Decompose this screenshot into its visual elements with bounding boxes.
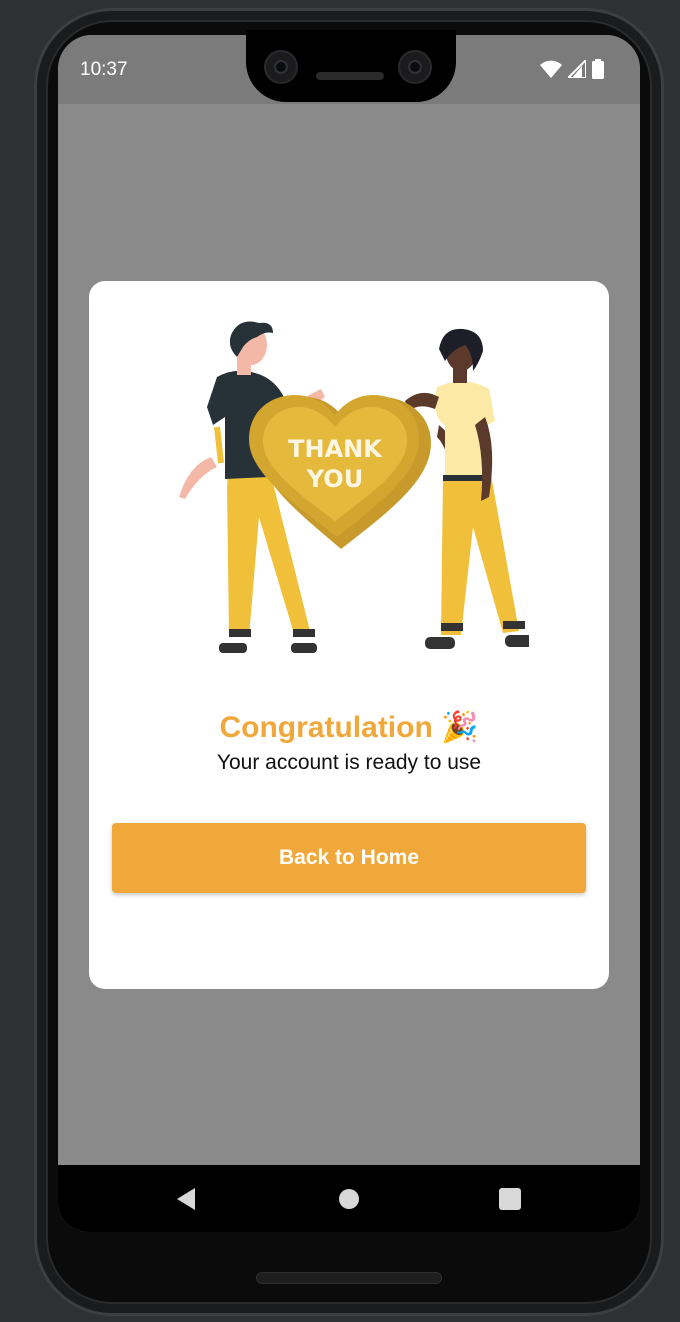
front-camera-icon xyxy=(264,50,298,84)
earpiece-speaker xyxy=(316,72,384,80)
dialog-subtitle: Your account is ready to use xyxy=(216,751,482,774)
dialog-title: Congratulation 🎉 xyxy=(89,710,609,745)
camera-notch xyxy=(246,30,456,102)
status-icons xyxy=(540,59,604,79)
back-icon[interactable] xyxy=(175,1187,197,1211)
bottom-speaker xyxy=(256,1272,442,1284)
signal-icon xyxy=(568,60,586,78)
dialog-title-text: Congratulation xyxy=(219,711,433,744)
status-time: 10:37 xyxy=(80,59,128,80)
heart-text-line-1: THANK xyxy=(288,435,383,463)
woman-figure xyxy=(405,328,529,649)
heart-text-line-2: YOU xyxy=(306,465,363,493)
back-to-home-button[interactable]: Back to Home xyxy=(112,823,586,893)
front-sensor-icon xyxy=(398,50,432,84)
congratulation-dialog: THANK YOU Congratulation 🎉 Your account … xyxy=(89,281,609,989)
home-icon[interactable] xyxy=(339,1189,359,1209)
navigation-bar xyxy=(58,1165,640,1232)
battery-icon xyxy=(592,59,604,79)
wifi-icon xyxy=(540,60,562,78)
party-popper-icon: 🎉 xyxy=(441,711,479,744)
thank-you-illustration: THANK YOU xyxy=(179,321,529,653)
recents-icon[interactable] xyxy=(499,1188,521,1210)
